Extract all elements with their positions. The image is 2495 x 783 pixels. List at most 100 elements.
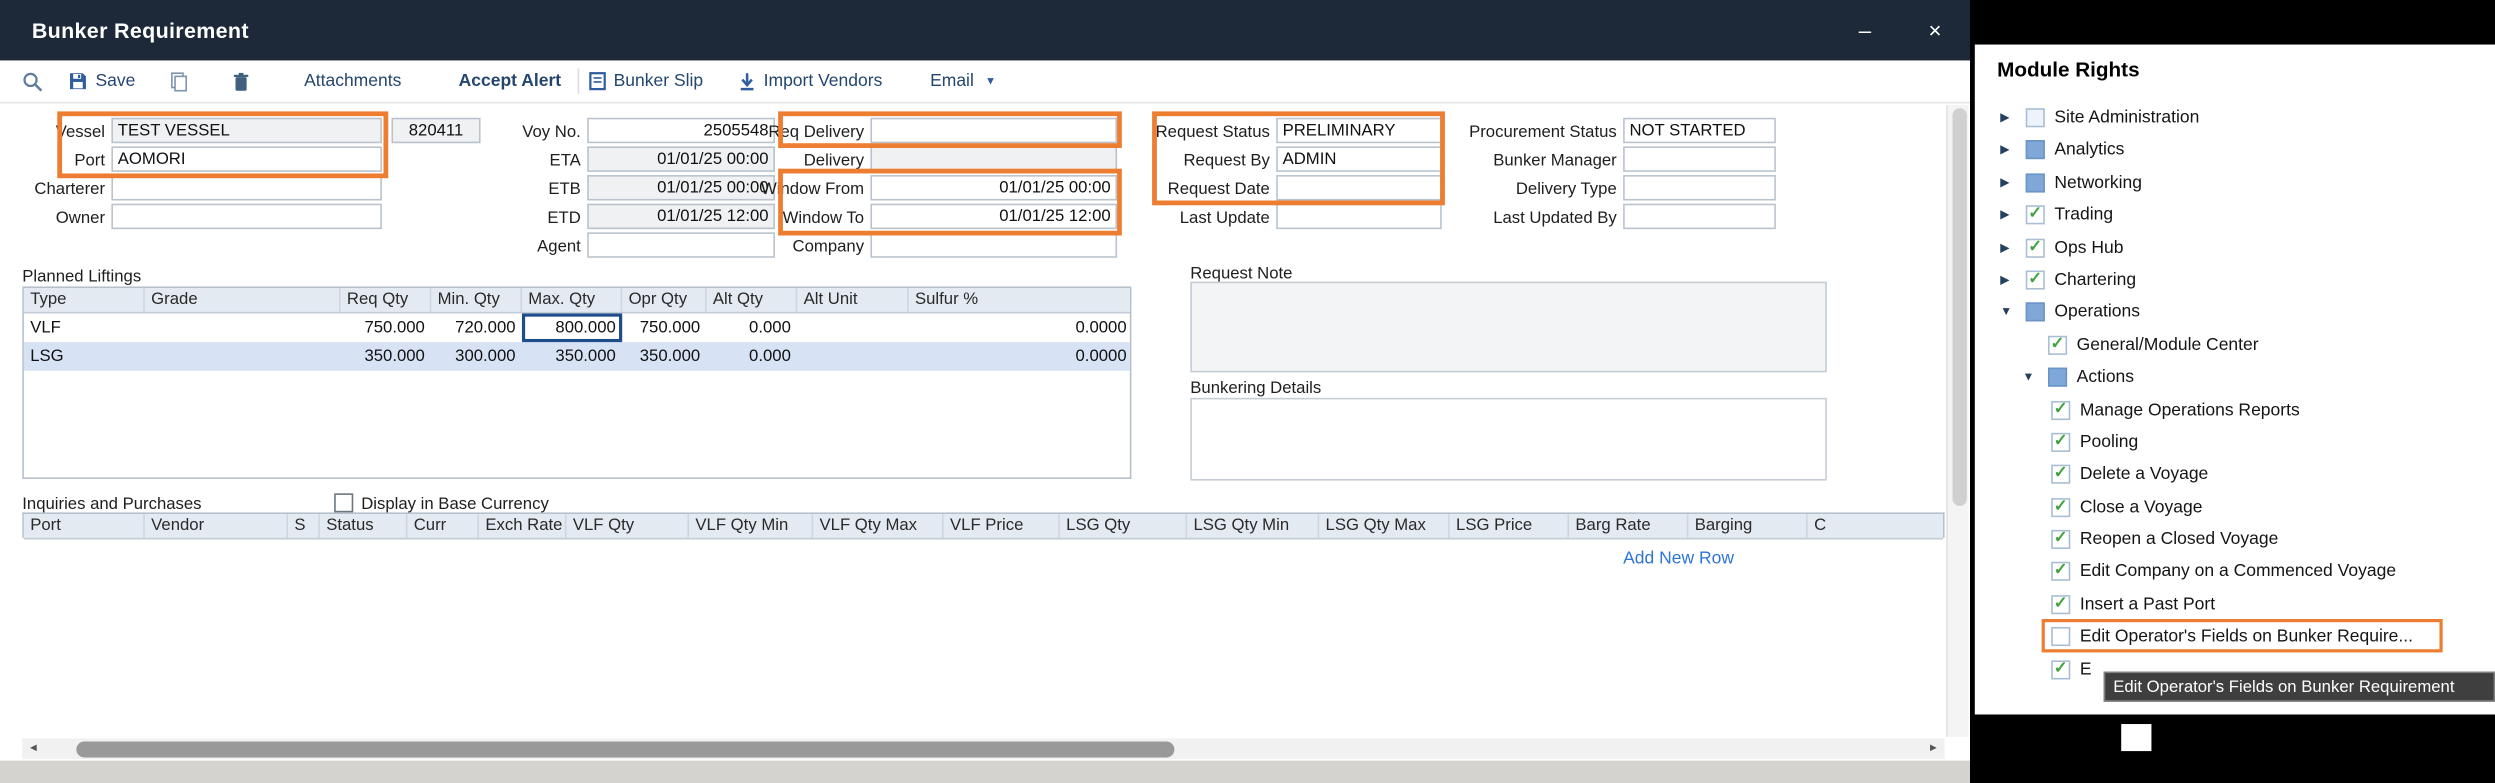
cell-req-qty[interactable]: 350.000: [341, 342, 432, 371]
column-header[interactable]: LSG Price: [1450, 514, 1569, 538]
email-button[interactable]: Email ▼: [930, 72, 996, 91]
tree-item-edit-operators-fields-on-bunker-requirement[interactable]: Edit Operator's Fields on Bunker Require…: [1975, 621, 2495, 653]
column-header[interactable]: Type: [24, 288, 145, 312]
expand-expanded-icon[interactable]: ▼: [2000, 306, 2012, 319]
vessel-input[interactable]: [111, 118, 382, 143]
search-button[interactable]: [22, 71, 43, 92]
bunker-slip-button[interactable]: Bunker Slip: [588, 72, 703, 91]
company-input[interactable]: [870, 232, 1117, 257]
column-header[interactable]: Max. Qty: [522, 288, 622, 312]
column-header[interactable]: Curr: [407, 514, 479, 538]
column-header[interactable]: Req Qty: [341, 288, 432, 312]
minimize-button[interactable]: –: [1830, 0, 1900, 60]
tree-item-close-a-voyage[interactable]: ✓ Close a Voyage: [1975, 491, 2495, 523]
checkbox-checked-icon[interactable]: ✓: [2026, 238, 2045, 257]
table-row-selected[interactable]: LSG 350.000 300.000 350.000 350.000 0.00…: [24, 342, 1130, 371]
tree-item-pooling[interactable]: ✓ Pooling: [1975, 426, 2495, 458]
column-header[interactable]: VLF Qty Min: [689, 514, 813, 538]
save-button[interactable]: Save: [68, 72, 135, 91]
column-header[interactable]: VLF Qty Max: [813, 514, 943, 538]
column-header[interactable]: Opr Qty: [622, 288, 706, 312]
scroll-right-icon[interactable]: ►: [1922, 738, 1944, 759]
checkbox-checked-icon[interactable]: ✓: [2051, 562, 2070, 581]
tree-item-manage-operations-reports[interactable]: ✓ Manage Operations Reports: [1975, 394, 2495, 426]
column-header[interactable]: Alt Qty: [707, 288, 798, 312]
checkbox-partial-icon[interactable]: [2026, 303, 2045, 322]
cell-type[interactable]: LSG: [24, 342, 145, 371]
vertical-scrollbar-thumb[interactable]: [1952, 108, 1966, 506]
attachments-button[interactable]: Attachments: [304, 72, 401, 91]
checkbox-checked-icon[interactable]: ✓: [2026, 206, 2045, 225]
cell-sulfur[interactable]: 0.0000: [909, 313, 1133, 342]
expand-collapsed-icon[interactable]: ▶: [2000, 144, 2009, 157]
column-header[interactable]: Vendor: [145, 514, 288, 538]
cell-alt-qty[interactable]: 0.000: [707, 342, 798, 371]
column-header[interactable]: Alt Unit: [797, 288, 908, 312]
close-button[interactable]: ×: [1900, 0, 1970, 60]
tree-item-ops-hub[interactable]: ▶ ✓ Ops Hub: [1975, 232, 2495, 264]
request-by-input[interactable]: [1276, 146, 1441, 171]
checkbox-checked-icon[interactable]: ✓: [2051, 595, 2070, 614]
tree-item-site-administration[interactable]: ▶ Site Administration: [1975, 102, 2495, 134]
cell-alt-unit[interactable]: [797, 342, 908, 371]
checkbox-checked-icon[interactable]: ✓: [2051, 498, 2070, 517]
request-date-input[interactable]: [1276, 175, 1441, 200]
column-header[interactable]: Min. Qty: [431, 288, 522, 312]
cell-min-qty[interactable]: 720.000: [431, 313, 522, 342]
tree-item-operations[interactable]: ▼ Operations: [1975, 297, 2495, 329]
display-base-currency-checkbox[interactable]: [334, 493, 353, 512]
cell-type[interactable]: VLF: [24, 313, 145, 342]
import-vendors-button[interactable]: Import Vendors: [738, 72, 882, 91]
tree-item-reopen-a-closed-voyage[interactable]: ✓ Reopen a Closed Voyage: [1975, 524, 2495, 556]
checkbox-checked-icon[interactable]: ✓: [2051, 465, 2070, 484]
expand-collapsed-icon[interactable]: ▶: [2000, 176, 2009, 189]
scroll-left-icon[interactable]: ◄: [22, 738, 44, 759]
tree-item-chartering[interactable]: ▶ ✓ Chartering: [1975, 264, 2495, 296]
column-header[interactable]: Barg Rate: [1569, 514, 1688, 538]
procurement-status-input[interactable]: [1623, 118, 1776, 143]
bunker-manager-input[interactable]: [1623, 146, 1776, 171]
cell-alt-unit[interactable]: [797, 313, 908, 342]
horizontal-scrollbar[interactable]: ◄ ►: [22, 738, 1944, 759]
column-header[interactable]: Port: [24, 514, 145, 538]
delete-button[interactable]: [232, 71, 250, 92]
port-input[interactable]: [111, 146, 382, 171]
column-header[interactable]: Status: [320, 514, 408, 538]
column-header[interactable]: LSG Qty Max: [1319, 514, 1449, 538]
last-update-input[interactable]: [1276, 204, 1441, 229]
vertical-scrollbar[interactable]: [1946, 105, 1968, 737]
cell-opr-qty[interactable]: 350.000: [622, 342, 706, 371]
checkbox-partial-icon[interactable]: [2026, 173, 2045, 192]
tree-item-general-module-center[interactable]: ✓ General/Module Center: [1975, 329, 2495, 361]
column-header[interactable]: VLF Price: [944, 514, 1060, 538]
accept-alert-button[interactable]: Accept Alert: [459, 72, 561, 91]
expand-collapsed-icon[interactable]: ▶: [2000, 274, 2009, 287]
cell-alt-qty[interactable]: 0.000: [707, 313, 798, 342]
tree-item-edit-company-on-a-commenced-voyage[interactable]: ✓ Edit Company on a Commenced Voyage: [1975, 556, 2495, 588]
cell-min-qty[interactable]: 300.000: [431, 342, 522, 371]
cell-grade[interactable]: [145, 313, 341, 342]
selected-cell-max-qty[interactable]: 800.000: [522, 313, 622, 342]
cell-max-qty[interactable]: 350.000: [522, 342, 622, 371]
tree-item-actions[interactable]: ▼ Actions: [1975, 361, 2495, 393]
column-header[interactable]: LSG Qty Min: [1187, 514, 1319, 538]
column-header[interactable]: Grade: [145, 288, 341, 312]
copy-button[interactable]: [170, 71, 188, 92]
last-updated-by-input[interactable]: [1623, 204, 1776, 229]
expand-collapsed-icon[interactable]: ▶: [2000, 209, 2009, 222]
request-status-input[interactable]: [1276, 118, 1441, 143]
tree-item-delete-a-voyage[interactable]: ✓ Delete a Voyage: [1975, 459, 2495, 491]
add-new-row-link[interactable]: Add New Row: [1623, 549, 1734, 568]
expand-collapsed-icon[interactable]: ▶: [2000, 241, 2009, 254]
delivery-type-input[interactable]: [1623, 175, 1776, 200]
req-delivery-input[interactable]: [870, 118, 1117, 143]
checkbox-checked-icon[interactable]: ✓: [2051, 433, 2070, 452]
bunkering-details-textarea[interactable]: [1190, 398, 1827, 481]
delivery-input[interactable]: [870, 146, 1117, 171]
vessel-code-input[interactable]: [391, 118, 480, 143]
tree-item-analytics[interactable]: ▶ Analytics: [1975, 134, 2495, 166]
checkbox-partial-icon[interactable]: [2048, 368, 2067, 387]
request-note-textarea[interactable]: [1190, 282, 1827, 373]
tree-item-trading[interactable]: ▶ ✓ Trading: [1975, 199, 2495, 231]
expand-expanded-icon[interactable]: ▼: [2023, 371, 2035, 384]
